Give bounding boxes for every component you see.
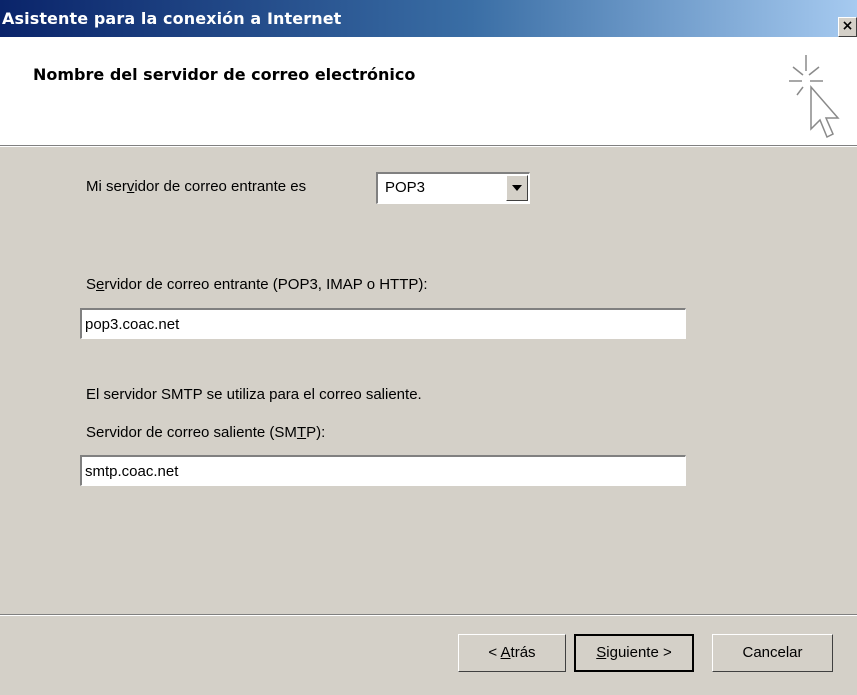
outgoing-server-label: Servidor de correo saliente (SMTP): xyxy=(86,424,326,441)
incoming-server-type-value: POP3 xyxy=(385,179,426,196)
close-icon: × xyxy=(841,18,854,34)
smtp-note: El servidor SMTP se utiliza para el corr… xyxy=(86,386,422,403)
wizard-header: Nombre del servidor de correo electrónic… xyxy=(0,37,857,147)
close-button[interactable]: × xyxy=(838,17,857,37)
incoming-server-type-select[interactable]: POP3 xyxy=(376,172,530,204)
window-title: Asistente para la conexión a Internet xyxy=(2,9,342,28)
outgoing-server-input[interactable] xyxy=(80,455,686,486)
incoming-server-type-label: Mi servidor de correo entrante es xyxy=(86,178,307,195)
chevron-down-icon[interactable] xyxy=(506,175,528,201)
incoming-server-label: Servidor de correo entrante (POP3, IMAP … xyxy=(86,276,428,293)
title-bar: Asistente para la conexión a Internet × xyxy=(0,0,857,37)
back-button[interactable]: < Atrás xyxy=(458,634,566,672)
cancel-button[interactable]: Cancelar xyxy=(712,634,833,672)
footer-divider xyxy=(0,614,857,616)
page-title: Nombre del servidor de correo electrónic… xyxy=(33,65,416,84)
incoming-server-input[interactable] xyxy=(80,308,686,339)
next-button[interactable]: Siguiente > xyxy=(574,634,694,672)
wizard-sparkle-cursor-icon xyxy=(789,55,840,139)
